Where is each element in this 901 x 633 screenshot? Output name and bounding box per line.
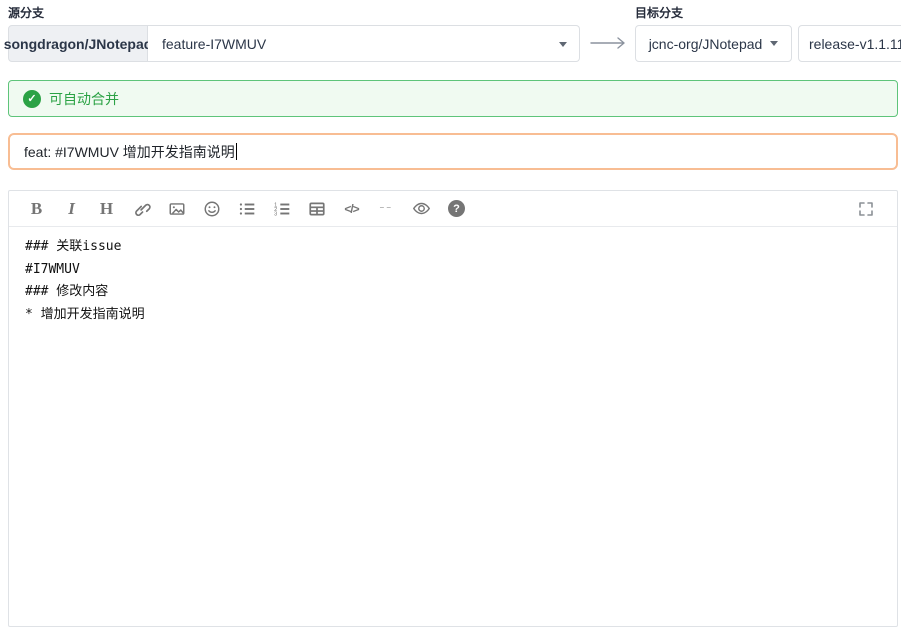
editor-line: ### 关联issue [25,236,881,259]
fullscreen-button[interactable] [848,191,883,227]
source-branch-dropdown[interactable]: feature-I7WMUV [148,25,580,62]
emoji-icon [203,200,221,218]
arrow-right-icon [586,33,630,53]
target-repo-value: jcnc-org/JNotepad [649,36,763,52]
heading-icon: H [100,199,113,219]
merge-status-text: 可自动合并 [49,89,119,109]
editor-line: * 增加开发指南说明 [25,304,881,327]
image-icon [168,200,186,218]
source-branch-label: 源分支 [8,4,44,21]
source-branch-value: feature-I7WMUV [162,36,266,52]
chevron-down-icon [770,41,778,46]
table-button[interactable] [299,191,334,227]
pr-title-input[interactable]: feat: #I7WMUV 增加开发指南说明 [8,133,898,170]
unordered-list-icon [238,200,256,218]
ordered-list-button[interactable]: 1 2 3 [264,191,299,227]
merge-status-banner: ✓ 可自动合并 [8,80,898,117]
editor-content[interactable]: ### 关联issue #I7WMUV ### 修改内容 * 增加开发指南说明 [9,227,897,607]
editor-toolbar: B I H [9,191,897,227]
bold-button[interactable]: B [19,191,54,227]
svg-text:3: 3 [274,211,277,217]
ordered-list-icon: 1 2 3 [273,200,291,218]
source-repo-segment[interactable]: songdragon/JNotepad [8,25,148,62]
pr-title-value: feat: #I7WMUV 增加开发指南说明 [24,142,235,162]
image-button[interactable] [159,191,194,227]
italic-button[interactable]: I [54,191,89,227]
fullscreen-icon [858,201,874,217]
target-repo-dropdown[interactable]: jcnc-org/JNotepad [635,25,792,62]
table-icon [308,200,326,218]
target-branch-label: 目标分支 [635,4,683,21]
text-cursor [236,143,237,160]
source-branch-group: songdragon/JNotepad feature-I7WMUV [8,25,580,62]
target-branch-dropdown[interactable]: release-v1.1.11 [798,25,901,62]
link-icon [133,200,151,218]
question-circle-icon: ? [448,200,465,217]
help-button[interactable]: ? [439,191,474,227]
italic-icon: I [68,199,75,219]
check-circle-icon: ✓ [23,90,41,108]
target-branch-group: jcnc-org/JNotepad release-v1.1.11 [635,25,901,62]
bold-icon: B [31,199,42,219]
eye-icon [412,199,431,218]
quote-icon: “ [378,207,395,221]
quote-button[interactable]: “ [369,191,404,227]
heading-button[interactable]: H [89,191,124,227]
code-icon: </> [344,202,358,216]
chevron-down-icon [559,42,567,47]
link-button[interactable] [124,191,159,227]
preview-button[interactable] [404,191,439,227]
markdown-editor: B I H [8,190,898,627]
editor-line: ### 修改内容 [25,281,881,304]
editor-line: #I7WMUV [25,259,881,282]
unordered-list-button[interactable] [229,191,264,227]
code-button[interactable]: </> [334,191,369,227]
emoji-button[interactable] [194,191,229,227]
